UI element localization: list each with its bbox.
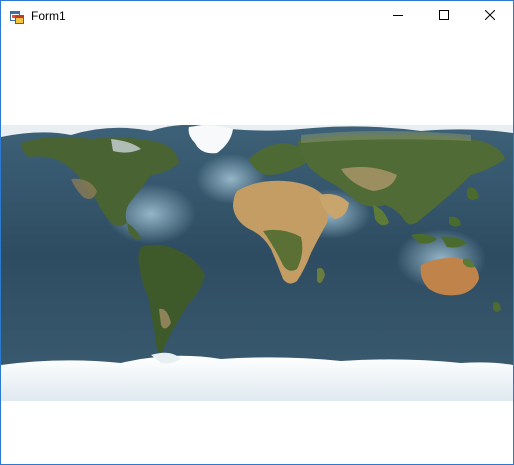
minimize-icon	[393, 7, 403, 25]
close-icon	[484, 7, 496, 25]
form-client-area	[1, 31, 513, 464]
close-button[interactable]	[467, 1, 513, 31]
minimize-button[interactable]	[375, 1, 421, 31]
app-icon[interactable]	[10, 9, 25, 24]
main-window: Form1	[0, 0, 514, 465]
world-map-image	[1, 119, 513, 401]
maximize-icon	[439, 7, 449, 25]
maximize-button[interactable]	[421, 1, 467, 31]
window-title: Form1	[31, 9, 66, 23]
antarctica-ice	[1, 355, 513, 401]
title-bar[interactable]: Form1	[1, 1, 513, 31]
world-map-svg	[1, 124, 513, 401]
